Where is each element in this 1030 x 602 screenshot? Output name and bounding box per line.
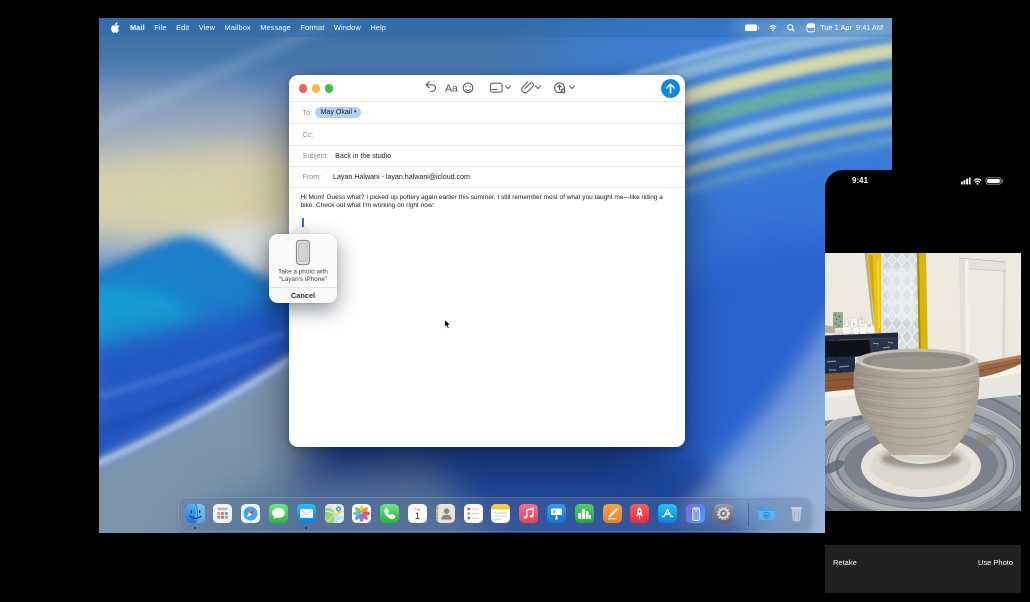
svg-text:Cancel: Cancel [291, 291, 315, 300]
svg-text:1: 1 [415, 511, 420, 521]
svg-text:Aa: Aa [445, 83, 458, 95]
svg-text:Take a photo with: Take a photo with [278, 269, 328, 276]
svg-text:“Layan’s iPhone”: “Layan’s iPhone” [279, 276, 327, 283]
